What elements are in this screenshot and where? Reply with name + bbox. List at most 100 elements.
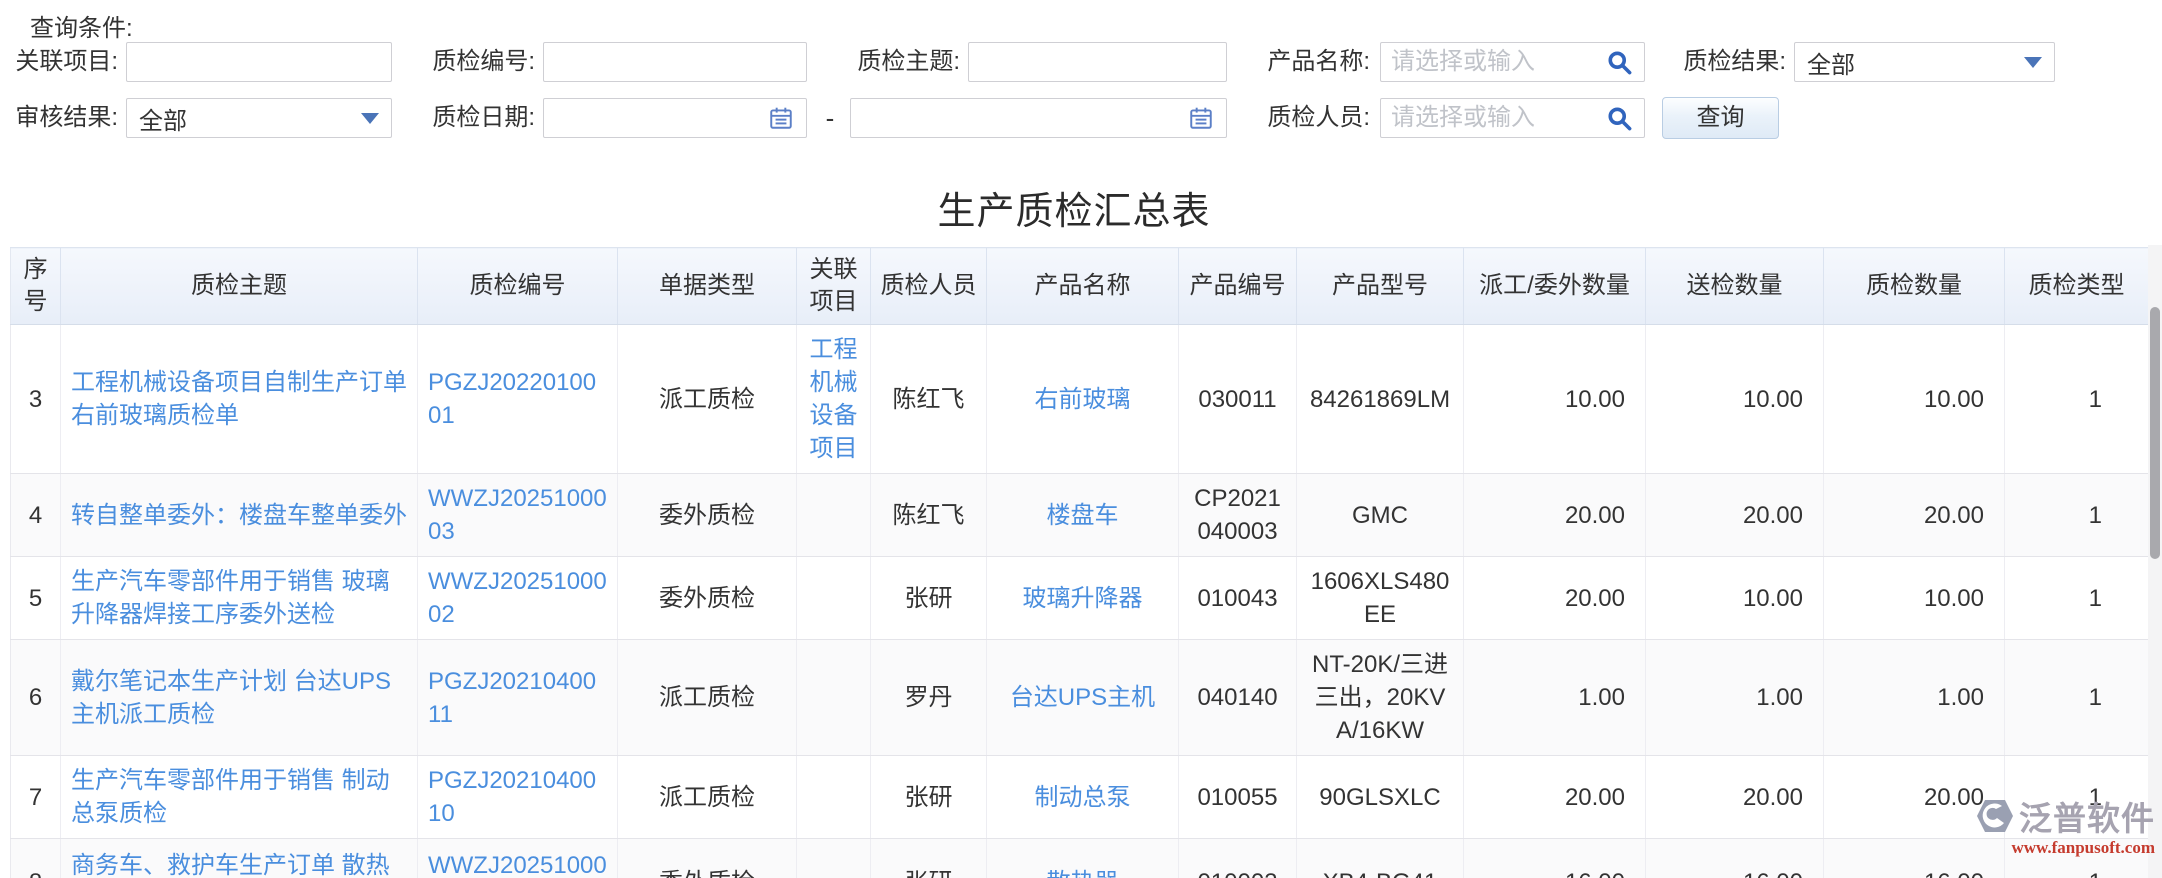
cell-link[interactable]: 生产汽车零部件用于销售 制动总泵质检	[71, 767, 390, 827]
cell-link[interactable]: PGZJ2021040010	[428, 767, 596, 827]
qc-date-end-input[interactable]	[850, 98, 1227, 138]
date-range-separator: -	[820, 98, 840, 138]
table-cell: 张研	[871, 557, 987, 640]
related-project-input[interactable]	[126, 42, 392, 82]
table-cell: 10.00	[1646, 325, 1824, 474]
calendar-icon[interactable]	[761, 98, 801, 138]
cell-link[interactable]: 转自整单委外：楼盘车整单委外	[71, 502, 407, 529]
cell-link[interactable]: 玻璃升降器	[1023, 585, 1143, 612]
cell-link[interactable]: PGZJ2022010001	[428, 369, 596, 429]
table-cell: 1.00	[1646, 640, 1824, 756]
cell-link[interactable]: 制动总泵	[1035, 784, 1131, 811]
table-cell: 陈红飞	[871, 325, 987, 474]
qc-code-input[interactable]	[543, 42, 807, 82]
table-cell: 1606XLS480EE	[1297, 557, 1464, 640]
table-cell: 030011	[1179, 325, 1297, 474]
chevron-down-icon	[2024, 57, 2042, 68]
cell-link[interactable]: PGZJ2021040011	[428, 668, 596, 728]
qc-theme-label: 质检主题:	[842, 42, 960, 82]
table-cell	[797, 756, 871, 839]
column-header: 质检类型	[2005, 248, 2149, 325]
table-cell: 生产汽车零部件用于销售 制动总泵质检	[61, 756, 418, 839]
product-name-search-icon[interactable]	[1599, 42, 1639, 82]
calendar-icon[interactable]	[1181, 98, 1221, 138]
table-cell: 16.00	[1646, 839, 1824, 878]
column-header: 产品编号	[1179, 248, 1297, 325]
qc-result-select[interactable]: 全部	[1794, 42, 2055, 82]
table-row: 3工程机械设备项目自制生产订单 右前玻璃质检单PGZJ2022010001派工质…	[11, 325, 2149, 474]
table-cell: 010055	[1179, 756, 1297, 839]
table-cell: 040140	[1179, 640, 1297, 756]
table-cell: 1.00	[1824, 640, 2005, 756]
table-cell: 右前玻璃	[987, 325, 1179, 474]
table-cell: 20.00	[1464, 557, 1646, 640]
cell-link[interactable]: WWZJ2025100003	[428, 485, 607, 545]
table-row: 5生产汽车零部件用于销售 玻璃升降器焊接工序委外送检WWZJ2025100002…	[11, 557, 2149, 640]
column-header: 序号	[11, 248, 61, 325]
table-cell: 20.00	[1646, 756, 1824, 839]
table-cell: 张研	[871, 756, 987, 839]
table-cell: 转自整单委外：楼盘车整单委外	[61, 474, 418, 557]
table-cell: PGZJ2022010001	[418, 325, 618, 474]
chevron-down-icon	[361, 113, 379, 124]
vertical-scrollbar-thumb[interactable]	[2150, 307, 2160, 559]
table-cell: WWZJ2025100002	[418, 557, 618, 640]
table-cell: PGZJ2021040011	[418, 640, 618, 756]
table-cell: XB4-BG41	[1297, 839, 1464, 878]
cell-link[interactable]: 生产汽车零部件用于销售 玻璃升降器焊接工序委外送检	[71, 568, 390, 628]
table-cell: 10.00	[1464, 325, 1646, 474]
table-cell: 90GLSXLC	[1297, 756, 1464, 839]
cell-link[interactable]: 台达UPS主机	[1010, 684, 1155, 711]
table-row: 6戴尔笔记本生产计划 台达UPS主机派工质检PGZJ2021040011派工质检…	[11, 640, 2149, 756]
table-cell	[797, 839, 871, 878]
table-row: 7生产汽车零部件用于销售 制动总泵质检PGZJ2021040010派工质检张研制…	[11, 756, 2149, 839]
table-cell: 1	[2005, 640, 2149, 756]
query-filter-panel: 查询条件: 关联项目: 质检编号: 质检主题: 产品名称: 质检结果: 全部 审…	[0, 0, 2162, 160]
audit-result-select[interactable]: 全部	[126, 98, 392, 138]
qc-result-label: 质检结果:	[1668, 42, 1786, 82]
column-header: 质检人员	[871, 248, 987, 325]
table-cell: 1	[2005, 325, 2149, 474]
table-cell: 罗丹	[871, 640, 987, 756]
audit-result-label: 审核结果:	[0, 98, 118, 138]
qc-date-label: 质检日期:	[417, 98, 535, 138]
qc-summary-table: 序号质检主题质检编号单据类型关联项目质检人员产品名称产品编号产品型号派工/委外数…	[10, 247, 2148, 878]
cell-link[interactable]: WWZJ2025100002	[428, 568, 607, 628]
related-project-label: 关联项目:	[0, 42, 118, 82]
qc-code-label: 质检编号:	[417, 42, 535, 82]
cell-link[interactable]: 工程机械设备项目自制生产订单 右前玻璃质检单	[71, 369, 407, 429]
table-cell: 6	[11, 640, 61, 756]
column-header: 派工/委外数量	[1464, 248, 1646, 325]
cell-link[interactable]: 工程机械设备项目	[810, 336, 858, 462]
table-cell: 1	[2005, 474, 2149, 557]
cell-link[interactable]: 商务车、救护车生产订单 散热器涂装工序委外	[71, 852, 390, 878]
column-header: 送检数量	[1646, 248, 1824, 325]
cell-link[interactable]: 右前玻璃	[1035, 386, 1131, 413]
qc-person-search-icon[interactable]	[1599, 98, 1639, 138]
table-cell: 楼盘车	[987, 474, 1179, 557]
cell-link[interactable]: 散热器	[1047, 869, 1119, 878]
table-cell: 委外质检	[618, 839, 797, 878]
vertical-scrollbar-track[interactable]	[2148, 245, 2162, 878]
table-cell: 10.00	[1646, 557, 1824, 640]
table-cell: 制动总泵	[987, 756, 1179, 839]
table-cell: 戴尔笔记本生产计划 台达UPS主机派工质检	[61, 640, 418, 756]
cell-link[interactable]: 楼盘车	[1047, 502, 1119, 529]
query-button[interactable]: 查询	[1662, 97, 1779, 139]
table-cell: CP2021040003	[1179, 474, 1297, 557]
column-header: 质检主题	[61, 248, 418, 325]
column-header: 单据类型	[618, 248, 797, 325]
table-cell: 1.00	[1464, 640, 1646, 756]
table-cell: GMC	[1297, 474, 1464, 557]
qc-theme-input[interactable]	[968, 42, 1227, 82]
table-cell: 陈红飞	[871, 474, 987, 557]
table-row: 8商务车、救护车生产订单 散热器涂装工序委外WWZJ2025100001委外质检…	[11, 839, 2149, 878]
qc-person-label: 质检人员:	[1252, 98, 1370, 138]
cell-link[interactable]: WWZJ2025100001	[428, 852, 607, 878]
table-cell: NT-20K/三进三出，20KVA/16KW	[1297, 640, 1464, 756]
table-cell: 16.00	[1464, 839, 1646, 878]
table-cell: 3	[11, 325, 61, 474]
table-cell: 台达UPS主机	[987, 640, 1179, 756]
table-cell: WWZJ2025100001	[418, 839, 618, 878]
cell-link[interactable]: 戴尔笔记本生产计划 台达UPS主机派工质检	[71, 668, 391, 728]
